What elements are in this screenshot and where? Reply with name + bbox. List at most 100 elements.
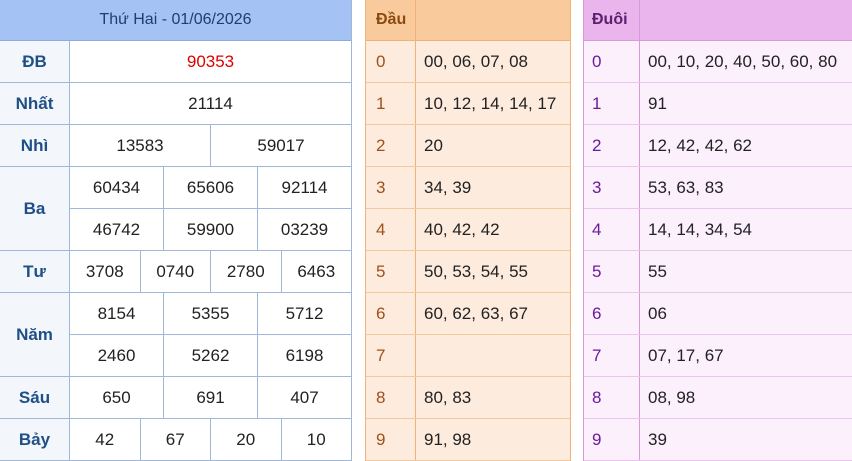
prize-label: Bảy [0, 419, 70, 460]
results-table: Thứ Hai - 01/06/2026 ĐB 90353 Nhất 21114 Nhì… [0, 0, 352, 461]
dau-row: 2 20 [366, 125, 570, 167]
duoi-row: 6 06 [584, 293, 852, 335]
duoi-digit: 0 [584, 41, 640, 82]
duoi-numbers: 08, 98 [648, 387, 696, 407]
prize-number: 6463 [280, 251, 352, 292]
duoi-row: 1 91 [584, 83, 852, 125]
duoi-digit: 4 [584, 209, 640, 250]
prize-row: Bảy 42 67 20 10 [0, 419, 351, 461]
prize-row: ĐB 90353 [0, 41, 351, 83]
dau-row: 7 [366, 335, 570, 377]
dau-digit: 8 [366, 377, 416, 418]
prize-number-line: 21114 [70, 83, 351, 124]
prize-number: 03239 [257, 209, 351, 250]
dau-rows: 0 00, 06, 07, 08 1 10, 12, 14, 14, 17 2 20 3 34… [366, 41, 570, 461]
dau-numbers: 00, 06, 07, 08 [424, 51, 528, 71]
prize-label: Ba [0, 167, 70, 250]
prize-number: 2460 [97, 345, 136, 365]
prize-number: 46742 [92, 219, 141, 239]
prize-number-line: 42 67 20 10 [70, 419, 351, 460]
dau-digit: 6 [366, 293, 416, 334]
duoi-numbers: 06 [648, 303, 667, 323]
duoi-row: 2 12, 42, 42, 62 [584, 125, 852, 167]
prize-label: Tư [0, 251, 70, 292]
duoi-numbers: 55 [648, 261, 667, 281]
duoi-row: 0 00, 10, 20, 40, 50, 60, 80 [584, 41, 852, 83]
dau-row: 8 80, 83 [366, 377, 570, 419]
duoi-numbers: 00, 10, 20, 40, 50, 60, 80 [648, 51, 838, 71]
results-date-title: Thứ Hai - 01/06/2026 [0, 0, 351, 41]
prize-label: Năm [0, 293, 70, 376]
prize-row: Nhất 21114 [0, 83, 351, 125]
dau-digit: 7 [366, 335, 416, 376]
dau-digit: 4 [366, 209, 416, 250]
dau-header-row: Đầu [366, 0, 570, 41]
dau-digit: 2 [366, 125, 416, 166]
prize-number-line: 60434 65606 92114 [70, 167, 351, 208]
prize-number: 2780 [210, 251, 281, 292]
prize-numbers: 13583 59017 [70, 125, 351, 166]
dau-header-blank [416, 0, 570, 40]
prize-numbers: 8154 5355 5712 2460 5262 6198 [70, 293, 351, 376]
duoi-header-blank [640, 0, 852, 40]
dau-digit: 1 [366, 83, 416, 124]
prize-row: Nhì 13583 59017 [0, 125, 351, 167]
duoi-rows: 0 00, 10, 20, 40, 50, 60, 80 1 91 2 12, 42, 4… [584, 41, 852, 461]
prize-number: 59900 [163, 209, 257, 250]
prize-numbers: 42 67 20 10 [70, 419, 351, 460]
duoi-row: 8 08, 98 [584, 377, 852, 419]
duoi-row: 4 14, 14, 34, 54 [584, 209, 852, 251]
dau-numbers: 10, 12, 14, 14, 17 [424, 93, 557, 113]
dau-row: 1 10, 12, 14, 14, 17 [366, 83, 570, 125]
prize-number: 0740 [139, 251, 211, 292]
duoi-numbers: 91 [648, 93, 667, 113]
prize-number-line: 3708 0740 2780 6463 [70, 251, 351, 292]
dau-row: 9 91, 98 [366, 419, 570, 461]
prize-number: 60434 [92, 177, 141, 197]
prize-number-line: 2460 5262 6198 [70, 334, 351, 376]
duoi-header-row: Đuôi [584, 0, 852, 41]
prize-number: 13583 [116, 135, 164, 155]
duoi-digit: 2 [584, 125, 640, 166]
dau-table: Đầu 0 00, 06, 07, 08 1 10, 12, 14, 14, 17 2 2… [365, 0, 571, 461]
dau-digit: 3 [366, 167, 416, 208]
duoi-digit: 7 [584, 335, 640, 376]
prize-number: 42 [95, 429, 115, 449]
prize-number-line: 650 691 407 [70, 377, 351, 418]
prize-row: Sáu 650 691 407 [0, 377, 351, 419]
prize-label: Nhì [0, 125, 70, 166]
duoi-numbers: 39 [648, 429, 667, 449]
duoi-row: 9 39 [584, 419, 852, 461]
prize-number: 59017 [210, 125, 351, 166]
prize-number: 10 [280, 419, 352, 460]
prize-number: 20 [210, 419, 281, 460]
dau-numbers [416, 335, 570, 376]
prize-number: 5262 [163, 335, 257, 376]
prize-number: 67 [139, 419, 211, 460]
prize-row: Ba 60434 65606 92114 46742 59900 03239 [0, 167, 351, 251]
prize-number: 650 [102, 387, 131, 407]
prize-number-line: 8154 5355 5712 [70, 293, 351, 334]
prize-number: 8154 [97, 303, 136, 323]
prize-numbers: 60434 65606 92114 46742 59900 03239 [70, 167, 351, 250]
dau-digit: 9 [366, 419, 416, 460]
dau-numbers: 20 [424, 135, 443, 155]
duoi-digit: 6 [584, 293, 640, 334]
prize-label: ĐB [0, 41, 70, 82]
dau-row: 4 40, 42, 42 [366, 209, 570, 251]
prize-number: 3708 [85, 261, 124, 281]
duoi-digit: 8 [584, 377, 640, 418]
dau-numbers: 91, 98 [424, 429, 472, 449]
duoi-digit: 3 [584, 167, 640, 208]
duoi-row: 7 07, 17, 67 [584, 335, 852, 377]
duoi-numbers: 12, 42, 42, 62 [648, 135, 752, 155]
prize-number: 407 [257, 377, 351, 418]
dau-digit: 5 [366, 251, 416, 292]
duoi-digit: 9 [584, 419, 640, 460]
dau-row: 5 50, 53, 54, 55 [366, 251, 570, 293]
prize-number-line: 46742 59900 03239 [70, 208, 351, 250]
dau-row: 3 34, 39 [366, 167, 570, 209]
dau-digit: 0 [366, 41, 416, 82]
prize-number: 6198 [257, 335, 351, 376]
prize-number: 65606 [163, 167, 257, 208]
